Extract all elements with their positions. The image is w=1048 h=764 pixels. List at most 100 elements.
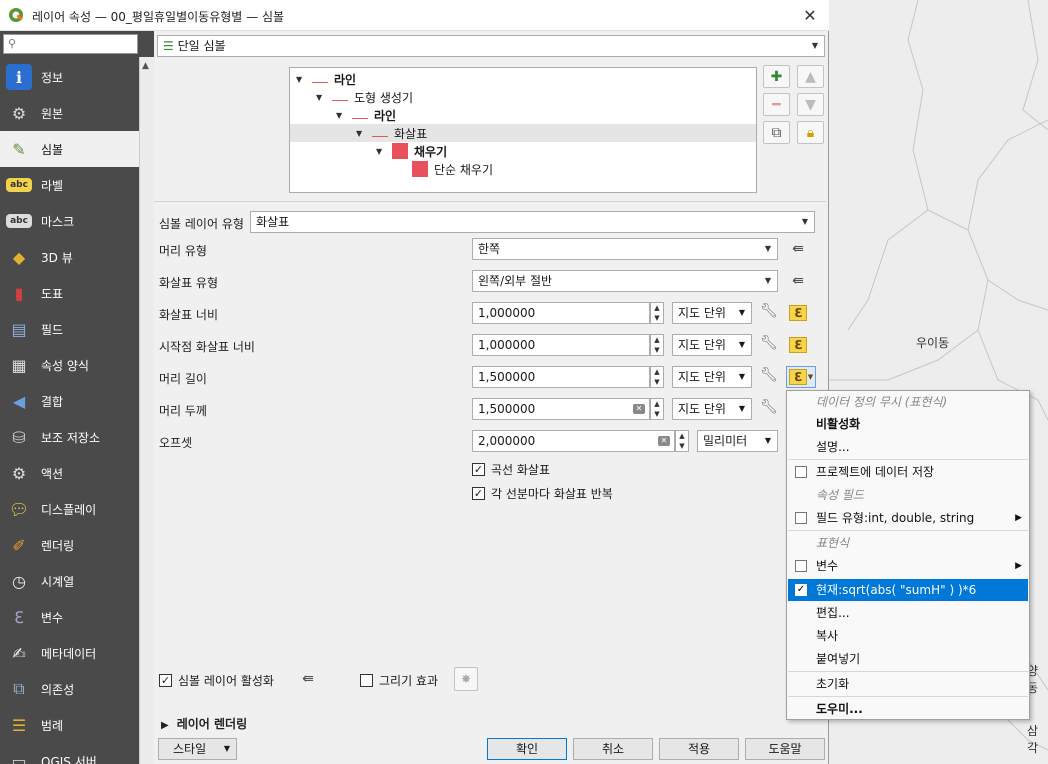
offset-unit-select[interactable]: 밀리미터 ▼ — [697, 430, 778, 452]
arrow-width-input[interactable]: 1,000000 — [472, 302, 650, 324]
sidebar-item-dependencies[interactable]: ⧉ 의존성 — [0, 671, 139, 707]
menu-item-disable[interactable]: 비활성화 — [788, 413, 1028, 435]
clear-icon[interactable]: ✕ — [658, 436, 670, 446]
ok-button[interactable]: 확인 — [487, 738, 567, 760]
arrow-type-select[interactable]: 왼쪽/외부 절반 ▼ — [472, 270, 778, 292]
arrow-width-spinner[interactable]: ▲ ▼ — [650, 302, 664, 324]
search-input[interactable]: ⚲ — [3, 34, 138, 54]
sidebar-item-labels[interactable]: abc 라벨 — [0, 167, 139, 203]
scroll-up-icon[interactable]: ▲ — [142, 61, 149, 71]
menu-item-variable[interactable]: 변수 ▶ — [788, 555, 1028, 577]
sidebar-item-temporal[interactable]: ◷ 시계열 — [0, 563, 139, 599]
close-icon[interactable]: ✕ — [799, 5, 821, 27]
data-defined-button-open[interactable]: ℇ ▼ — [786, 366, 816, 388]
head-thickness-input[interactable]: 1,500000 ✕ — [472, 398, 650, 420]
sidebar-item-source[interactable]: ⚙ 원본 — [0, 95, 139, 131]
wrench-icon[interactable]: 🔧︎ — [760, 367, 780, 387]
lock-layer-button[interactable]: 🔒︎ — [797, 121, 824, 144]
draw-effects-checkbox[interactable]: 그리기 효과 — [360, 672, 438, 689]
start-width-unit-select[interactable]: 지도 단위 ▼ — [672, 334, 752, 356]
head-type-select[interactable]: 한쪽 ▼ — [472, 238, 778, 260]
sidebar-item-actions[interactable]: ⚙ 액션 — [0, 455, 139, 491]
move-down-button[interactable]: ▼ — [797, 93, 824, 116]
cancel-button[interactable]: 취소 — [573, 738, 653, 760]
unit-value: 지도 단위 — [678, 338, 726, 352]
data-defined-button[interactable]: ℇ — [786, 334, 810, 356]
sidebar-item-metadata[interactable]: ✍ 메타데이터 — [0, 635, 139, 671]
clear-icon[interactable]: ✕ — [633, 404, 645, 414]
sidebar-item-3d-view[interactable]: ◆ 3D 뷰 — [0, 239, 139, 275]
head-thickness-unit-select[interactable]: 지도 단위 ▼ — [672, 398, 752, 420]
menu-item-field-type[interactable]: 필드 유형:int, double, string ▶ — [788, 507, 1028, 529]
sidebar-scrollbar[interactable]: ▲ — [139, 57, 154, 764]
repeat-arrows-checkbox[interactable]: ✓ 각 선분마다 화살표 반복 — [472, 485, 613, 502]
sidebar-item-joins[interactable]: ◀ 결합 — [0, 383, 139, 419]
effects-button[interactable]: ✸ — [454, 667, 478, 691]
tree-row-line[interactable]: ▼ 라인 — [296, 70, 356, 88]
checkbox-box[interactable]: ✓ — [472, 487, 485, 500]
wrench-icon[interactable]: 🔧︎ — [760, 335, 780, 355]
sidebar-item-info[interactable]: ℹ 정보 — [0, 59, 139, 95]
sidebar-item-diagrams[interactable]: ▮ 도표 — [0, 275, 139, 311]
layer-rendering-toggle[interactable]: ▶ 레이어 렌더링 — [161, 715, 247, 732]
help-button[interactable]: 도움말 — [745, 738, 825, 760]
move-up-button[interactable]: ▲ — [797, 65, 824, 88]
duplicate-layer-button[interactable]: ⧉ — [763, 121, 790, 144]
menu-item-current-expression[interactable]: ✓ 현재:sqrt(abs( "sumH" ) )*6 — [788, 579, 1028, 601]
tree-row-fill[interactable]: ▼ 채우기 — [376, 142, 447, 160]
style-button[interactable]: 스타일 ▼ — [158, 738, 237, 760]
expand-icon[interactable]: ▼ — [376, 147, 388, 156]
menu-item-paste[interactable]: 붙여넣기 — [788, 648, 1028, 670]
tree-row-arrow[interactable]: ▼ 화살표 — [290, 124, 756, 142]
sidebar-item-variables[interactable]: ℇ 변수 — [0, 599, 139, 635]
head-length-unit-select[interactable]: 지도 단위 ▼ — [672, 366, 752, 388]
menu-item-assistant[interactable]: 도우미... — [788, 698, 1028, 720]
offset-input[interactable]: 2,000000 ✕ — [472, 430, 675, 452]
sidebar-item-symbology[interactable]: ✎ 심볼 — [0, 131, 139, 167]
menu-item-copy[interactable]: 복사 — [788, 625, 1028, 647]
menu-item-clear[interactable]: 초기화 — [788, 673, 1028, 695]
symbol-layer-type-select[interactable]: 화살표 ▼ — [250, 211, 815, 233]
sidebar-item-fields[interactable]: ▤ 필드 — [0, 311, 139, 347]
add-layer-button[interactable]: ✚ — [763, 65, 790, 88]
renderer-select[interactable]: ☰ 단일 심볼 ▼ — [157, 35, 825, 57]
symbol-layer-tree[interactable]: ▼ 라인 ▼ 도형 생성기 ▼ 라인 ▼ 화살표 ▼ 채우기 단순 채우기 — [289, 67, 757, 193]
head-thickness-spinner[interactable]: ▲ ▼ — [650, 398, 664, 420]
start-width-input[interactable]: 1,000000 — [472, 334, 650, 356]
enable-layer-checkbox[interactable]: ✓ 심볼 레이어 활성화 — [159, 672, 274, 689]
sidebar-item-display[interactable]: 💬︎ 디스플레이 — [0, 491, 139, 527]
menu-item-store-project[interactable]: 프로젝트에 데이터 저장 — [788, 461, 1028, 483]
tree-row-geometry-generator[interactable]: ▼ 도형 생성기 — [316, 88, 413, 106]
data-defined-button[interactable]: ⇚ — [786, 270, 810, 292]
tree-row-simple-fill[interactable]: 단순 채우기 — [412, 160, 493, 178]
offset-spinner[interactable]: ▲ ▼ — [675, 430, 689, 452]
sidebar-item-rendering[interactable]: ✐ 렌더링 — [0, 527, 139, 563]
menu-item-description[interactable]: 설명... — [788, 436, 1028, 458]
head-length-spinner[interactable]: ▲ ▼ — [650, 366, 664, 388]
sidebar-item-mask[interactable]: abc 마스크 — [0, 203, 139, 239]
checkbox-box[interactable]: ✓ — [472, 463, 485, 476]
data-defined-button[interactable]: ⇚ — [786, 238, 810, 260]
expand-icon[interactable]: ▼ — [336, 111, 348, 120]
expand-icon[interactable]: ▼ — [356, 129, 368, 138]
expand-icon[interactable]: ▼ — [296, 75, 308, 84]
data-defined-button[interactable]: ⇚ — [296, 668, 320, 690]
apply-button[interactable]: 적용 — [659, 738, 739, 760]
sidebar-item-attributes-form[interactable]: ▦ 속성 양식 — [0, 347, 139, 383]
sidebar-item-qgis-server[interactable]: ▭ QGIS 서버 — [0, 743, 139, 764]
remove-layer-button[interactable]: ━ — [763, 93, 790, 116]
expand-icon[interactable]: ▼ — [316, 93, 328, 102]
sidebar-item-auxiliary-storage[interactable]: ⛁ 보조 저장소 — [0, 419, 139, 455]
head-length-input[interactable]: 1,500000 — [472, 366, 650, 388]
start-width-spinner[interactable]: ▲ ▼ — [650, 334, 664, 356]
tree-row-line-sub[interactable]: ▼ 라인 — [336, 106, 396, 124]
wrench-icon[interactable]: 🔧︎ — [760, 399, 780, 419]
wrench-icon[interactable]: 🔧︎ — [760, 303, 780, 323]
checkbox-box[interactable] — [360, 674, 373, 687]
arrow-width-unit-select[interactable]: 지도 단위 ▼ — [672, 302, 752, 324]
checkbox-box[interactable]: ✓ — [159, 674, 172, 687]
menu-item-edit[interactable]: 편집... — [788, 602, 1028, 624]
data-defined-button[interactable]: ℇ — [786, 302, 810, 324]
curved-arrows-checkbox[interactable]: ✓ 곡선 화살표 — [472, 461, 550, 478]
sidebar-item-legend[interactable]: ☰ 범례 — [0, 707, 139, 743]
